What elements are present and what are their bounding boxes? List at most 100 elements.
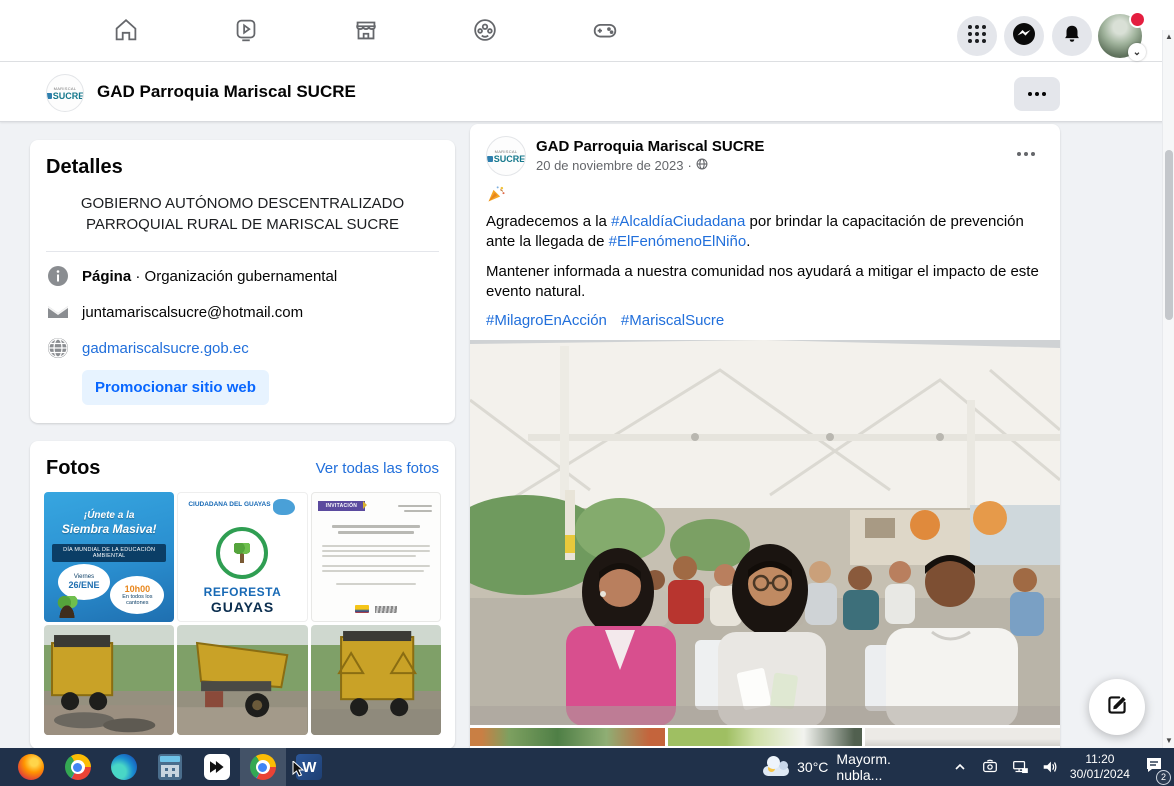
taskbar-weather[interactable]: 30°C Mayorm. nubla... (761, 751, 936, 783)
photos-title: Fotos (46, 457, 100, 480)
page-header: MARISCAL SUCRE GAD Parroquia Mariscal SU… (0, 62, 1174, 122)
scrollbar-thumb[interactable] (1165, 150, 1173, 320)
reforesta-logo (216, 527, 268, 579)
photos-card: Fotos Ver todas las fotos ¡Únete a la Si… (30, 441, 455, 748)
apps-menu-button[interactable] (957, 16, 997, 56)
photo-grid: ¡Únete a la Siembra Masiva! DÍA MUNDIAL … (44, 492, 441, 735)
details-card: Detalles GOBIERNO AUTÓNOMO DESCENTRALIZA… (30, 140, 455, 423)
post-paragraph-1: Agradecemos a la #AlcaldíaCiudadana por … (486, 212, 1044, 253)
chrome-icon (65, 754, 91, 780)
guayas-map-graphic (273, 499, 295, 515)
photo-thumb-truck-3[interactable] (311, 625, 441, 735)
hashtag-link[interactable]: #MilagroEnAcción (486, 312, 607, 329)
groups-icon (470, 15, 500, 50)
ecuador-emblem (312, 605, 440, 613)
post-photo[interactable] (470, 340, 1060, 725)
post-hashtags: #MilagroEnAcción #MariscalSucre (486, 311, 1044, 331)
page-email[interactable]: juntamariscalsucre@hotmail.com (82, 304, 303, 321)
post-timestamp[interactable]: 20 de noviembre de 2023 · (536, 158, 764, 173)
gaming-icon (590, 15, 620, 50)
notifications-button[interactable] (1052, 16, 1092, 56)
post-more-button[interactable] (1008, 136, 1044, 172)
volume-icon[interactable] (1040, 757, 1060, 777)
party-popper-emoji (486, 184, 1044, 206)
page-more-button[interactable] (1014, 77, 1060, 111)
meet-now-icon[interactable] (980, 757, 1000, 777)
ellipsis-icon (1017, 152, 1021, 156)
watch-video-icon (231, 15, 261, 50)
hashtag-link[interactable]: #ElFenómenoElNiño (609, 233, 747, 250)
tab-marketplace[interactable] (310, 8, 422, 56)
hashtag-link[interactable]: #MariscalSucre (621, 312, 724, 329)
see-all-photos-link[interactable]: Ver todas las fotos (316, 460, 439, 477)
hidden-icons-chevron[interactable] (950, 757, 970, 777)
notification-dot (1129, 11, 1146, 28)
post-photo-thumb[interactable] (668, 728, 863, 746)
photo-thumb-truck-2[interactable] (177, 625, 307, 735)
details-title: Detalles (46, 156, 439, 179)
envelope-icon (46, 300, 70, 324)
notification-count-badge: 2 (1156, 770, 1171, 785)
weather-cloud-icon (761, 758, 790, 776)
photo-thumb-invitacion[interactable]: INVITACIÓN (311, 492, 441, 622)
post-author-name[interactable]: GAD Parroquia Mariscal SUCRE (536, 138, 764, 155)
category-row: Página · Organización gubernamental (46, 264, 439, 288)
network-icon[interactable] (1010, 757, 1030, 777)
logo-mark (46, 93, 52, 99)
taskbar-edge[interactable] (101, 748, 147, 786)
post-photo-thumb[interactable] (470, 728, 665, 746)
privacy-globe-icon (696, 158, 708, 173)
taskbar-calculator[interactable] (147, 748, 193, 786)
info-icon (46, 264, 70, 288)
email-row: juntamariscalsucre@hotmail.com (46, 300, 439, 324)
profile-avatar[interactable]: ⌄ (1098, 14, 1142, 58)
post-paragraph-2: Mantener informada a nuestra comunidad n… (486, 262, 1044, 303)
browser-scrollbar[interactable]: ▲ ▼ (1162, 30, 1174, 748)
taskbar-firefox[interactable] (8, 748, 54, 786)
page-title[interactable]: GAD Parroquia Mariscal SUCRE (97, 62, 356, 122)
capcut-icon (204, 754, 230, 780)
hashtag-link[interactable]: #AlcaldíaCiudadana (611, 213, 745, 230)
calculator-icon (158, 754, 182, 780)
messenger-button[interactable] (1004, 16, 1044, 56)
seedling-graphic (54, 596, 80, 618)
page-content: Detalles GOBIERNO AUTÓNOMO DESCENTRALIZA… (0, 122, 1162, 748)
clock-time: 11:20 (1070, 752, 1130, 767)
chrome-icon (250, 754, 276, 780)
tab-gaming[interactable] (549, 8, 661, 56)
taskbar-chrome[interactable] (54, 748, 100, 786)
photo-thumb-truck-1[interactable] (44, 625, 174, 735)
home-icon (111, 15, 141, 50)
action-center-button[interactable]: 2 (1144, 755, 1164, 780)
globe-icon (46, 336, 70, 360)
details-description: GOBIERNO AUTÓNOMO DESCENTRALIZADO PARROQ… (46, 193, 439, 235)
clock-date: 30/01/2024 (1070, 767, 1130, 782)
tab-watch[interactable] (190, 8, 302, 56)
ellipsis-icon (1028, 92, 1032, 96)
post-body: Agradecemos a la #AlcaldíaCiudadana por … (470, 176, 1060, 331)
weather-temp: 30°C (797, 759, 828, 775)
photo-thumb-reforesta[interactable]: CIUDADANA DEL GUAYAS REFORESTA GUAYAS (177, 492, 307, 622)
promote-website-button[interactable]: Promocionar sitio web (82, 370, 269, 405)
taskbar-clock[interactable]: 11:20 30/01/2024 (1070, 752, 1130, 782)
taskbar-capcut[interactable] (193, 748, 239, 786)
weather-condition: Mayorm. nubla... (836, 751, 935, 783)
scroll-down-arrow[interactable]: ▼ (1163, 734, 1174, 748)
page-website-link[interactable]: gadmariscalsucre.gob.ec (82, 340, 249, 357)
taskbar-chrome-active[interactable] (240, 748, 286, 786)
page-avatar[interactable]: MARISCAL SUCRE (46, 74, 84, 112)
grid-menu-icon (967, 24, 987, 49)
post-photo-thumb[interactable] (865, 728, 1060, 746)
messenger-icon (1012, 22, 1036, 51)
post-card: MARISCAL SUCRE GAD Parroquia Mariscal SU… (470, 124, 1060, 748)
compose-fab-button[interactable] (1089, 679, 1145, 735)
edit-pencil-icon (1104, 692, 1130, 723)
post-header: MARISCAL SUCRE GAD Parroquia Mariscal SU… (470, 124, 1060, 176)
divider (46, 251, 439, 252)
scroll-up-arrow[interactable]: ▲ (1163, 30, 1174, 44)
post-author-avatar[interactable]: MARISCAL SUCRE (486, 136, 526, 176)
tab-home[interactable] (70, 8, 182, 56)
firefox-icon (18, 754, 44, 780)
tab-groups[interactable] (429, 8, 541, 56)
photo-thumb-siembra[interactable]: ¡Únete a la Siembra Masiva! DÍA MUNDIAL … (44, 492, 174, 622)
